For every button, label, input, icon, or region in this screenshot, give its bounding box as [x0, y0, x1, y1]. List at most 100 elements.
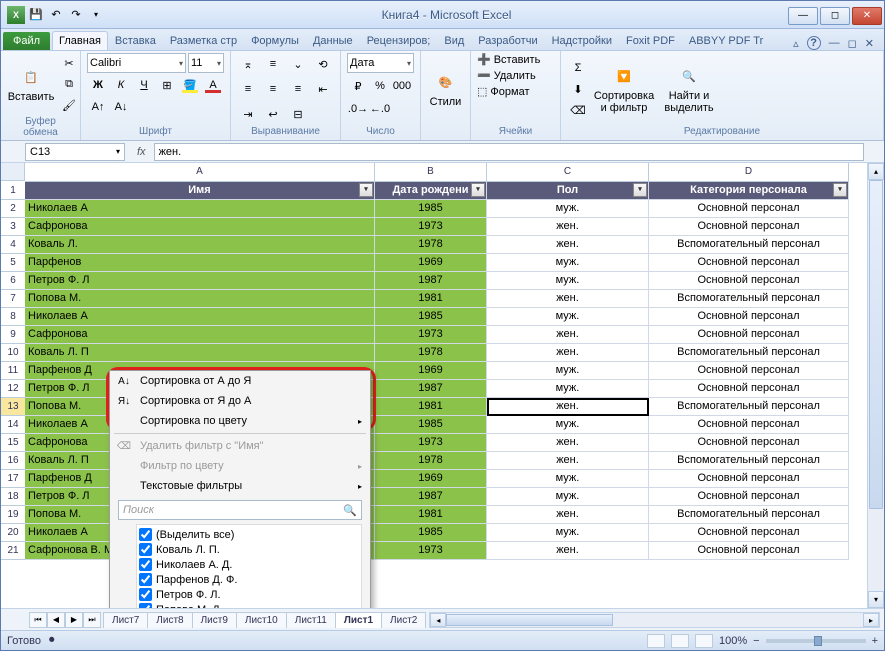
styles-button[interactable]: 🎨 Стили	[427, 68, 464, 110]
ribbon-tab[interactable]: Рецензиров;	[360, 31, 438, 50]
ribbon-tab[interactable]: Разработчи	[471, 31, 544, 50]
cell[interactable]: муж.	[487, 488, 649, 506]
cell[interactable]: 1987	[375, 380, 487, 398]
paste-button[interactable]: 📋 Вставить	[7, 63, 55, 105]
filter-button-gender[interactable]: ▾	[633, 183, 647, 197]
cell[interactable]: Николаев А	[25, 308, 375, 326]
delete-cells-button[interactable]: ➖Удалить	[477, 69, 554, 82]
currency-icon[interactable]: ₽	[347, 76, 369, 96]
cell[interactable]: муж.	[487, 254, 649, 272]
file-tab[interactable]: Файл	[3, 32, 50, 50]
vscroll-thumb[interactable]	[869, 180, 883, 509]
text-filters-item[interactable]: Текстовые фильтры▸	[110, 476, 370, 496]
ribbon-tab[interactable]: Главная	[52, 31, 108, 50]
font-size-combo[interactable]: 11▾	[188, 53, 224, 73]
copy-icon[interactable]: ⧉	[58, 74, 80, 94]
undo-icon[interactable]: ↶	[47, 6, 65, 24]
row-header[interactable]: 11	[1, 362, 25, 380]
sort-desc-item[interactable]: Я↓Сортировка от Я до А	[110, 391, 370, 411]
cell[interactable]: Сафронова	[25, 218, 375, 236]
cell[interactable]: 1973	[375, 326, 487, 344]
view-pagebreak-icon[interactable]	[695, 634, 713, 648]
workbook-restore-icon[interactable]: ◻	[848, 37, 857, 50]
cell[interactable]: жен.	[487, 506, 649, 524]
close-button[interactable]: ✕	[852, 7, 882, 25]
col-header-c[interactable]: C	[487, 163, 649, 182]
filter-check-item[interactable]: Попова М. Д.	[139, 602, 359, 608]
col-header-a[interactable]: A	[25, 163, 375, 182]
cell[interactable]: Вспомогательный персонал	[649, 506, 849, 524]
align-right-icon[interactable]: ≡	[287, 79, 309, 99]
filter-check-item[interactable]: Николаев А. Д.	[139, 557, 359, 572]
filter-checkbox[interactable]	[139, 573, 152, 586]
redo-icon[interactable]: ↷	[67, 6, 85, 24]
increase-font-icon[interactable]: A↑	[87, 97, 109, 117]
ribbon-tab[interactable]: Данные	[306, 31, 360, 50]
scroll-up-icon[interactable]: ▴	[868, 163, 884, 180]
align-center-icon[interactable]: ≡	[262, 79, 284, 99]
filter-button-name[interactable]: ▾	[359, 183, 373, 197]
row-header[interactable]: 3	[1, 218, 25, 236]
cell[interactable]: муж.	[487, 470, 649, 488]
italic-icon[interactable]: К	[110, 75, 132, 95]
cell[interactable]: муж.	[487, 380, 649, 398]
row-header[interactable]: 9	[1, 326, 25, 344]
cell[interactable]: Николаев А	[25, 200, 375, 218]
cell[interactable]: 1978	[375, 452, 487, 470]
row-header[interactable]: 13	[1, 398, 25, 416]
cell[interactable]: Основной персонал	[649, 488, 849, 506]
row-header[interactable]: 14	[1, 416, 25, 434]
ribbon-tab[interactable]: Вид	[437, 31, 471, 50]
number-format-combo[interactable]: Дата▾	[347, 53, 414, 73]
row-header[interactable]: 16	[1, 452, 25, 470]
sheet-tab[interactable]: Лист1	[335, 612, 382, 628]
filter-check-item[interactable]: Петров Ф. Л.	[139, 587, 359, 602]
increase-decimal-icon[interactable]: .0→	[347, 99, 369, 119]
workbook-close-icon[interactable]: ✕	[865, 37, 874, 50]
cell[interactable]: Коваль Л. П	[25, 344, 375, 362]
cell[interactable]: Основной персонал	[649, 362, 849, 380]
row-header[interactable]: 18	[1, 488, 25, 506]
cell[interactable]: 1987	[375, 488, 487, 506]
name-box[interactable]: C13▾	[25, 143, 125, 161]
row-header[interactable]: 10	[1, 344, 25, 362]
cell[interactable]: 1973	[375, 542, 487, 560]
scroll-right-icon[interactable]: ▸	[863, 613, 879, 627]
row-header[interactable]: 17	[1, 470, 25, 488]
ribbon-tab[interactable]: Разметка стр	[163, 31, 244, 50]
row-header[interactable]: 4	[1, 236, 25, 254]
increase-indent-icon[interactable]: ⇥	[237, 104, 259, 124]
cell[interactable]: жен.	[487, 344, 649, 362]
cell[interactable]: Основной персонал	[649, 380, 849, 398]
cell[interactable]: Вспомогательный персонал	[649, 344, 849, 362]
macro-record-icon[interactable]: ⏺	[49, 634, 55, 647]
help-icon[interactable]: ?	[807, 36, 821, 50]
cell[interactable]: Петров Ф. Л	[25, 272, 375, 290]
cell[interactable]: 1973	[375, 434, 487, 452]
row-header[interactable]: 12	[1, 380, 25, 398]
wrap-text-icon[interactable]: ↩	[262, 104, 284, 124]
cell[interactable]: 1985	[375, 416, 487, 434]
horizontal-scrollbar[interactable]: ◂ ▸	[429, 612, 880, 628]
ribbon-tab[interactable]: Foxit PDF	[619, 31, 682, 50]
hscroll-thumb[interactable]	[446, 614, 613, 626]
filter-checkbox[interactable]	[139, 528, 152, 541]
filter-checkbox[interactable]	[139, 543, 152, 556]
minimize-ribbon-icon[interactable]: ▵	[793, 37, 799, 50]
ribbon-tab[interactable]: Вставка	[108, 31, 163, 50]
row-header[interactable]: 15	[1, 434, 25, 452]
cell[interactable]: 1978	[375, 344, 487, 362]
cell[interactable]: 1987	[375, 272, 487, 290]
workbook-minimize-icon[interactable]: —	[829, 37, 840, 49]
sort-color-item[interactable]: Сортировка по цвету▸	[110, 411, 370, 431]
row-header[interactable]: 8	[1, 308, 25, 326]
sheet-tab[interactable]: Лист7	[103, 612, 148, 628]
cell[interactable]: Вспомогательный персонал	[649, 398, 849, 416]
cell[interactable]: жен.	[487, 236, 649, 254]
sheet-tab[interactable]: Лист9	[192, 612, 237, 628]
sort-filter-button[interactable]: 🔽 Сортировка и фильтр	[592, 62, 656, 116]
col-header-b[interactable]: B	[375, 163, 487, 182]
cell[interactable]: жен.	[487, 326, 649, 344]
sheet-nav-last-icon[interactable]: ⏭	[83, 612, 101, 628]
cell[interactable]: Коваль Л.	[25, 236, 375, 254]
